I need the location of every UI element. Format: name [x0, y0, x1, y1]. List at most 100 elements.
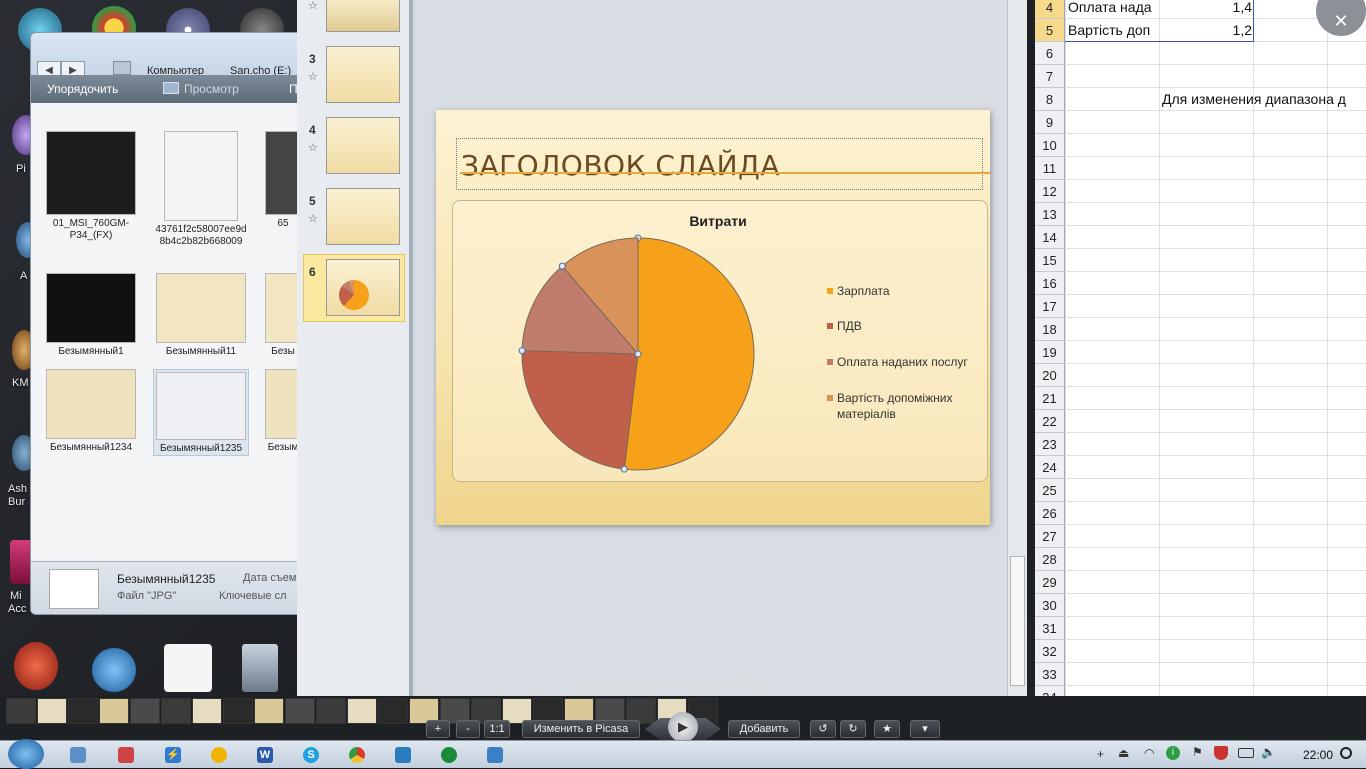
file-item[interactable]: Безымянный1234	[43, 369, 139, 454]
slide-title[interactable]: ЗАГОЛОВОК СЛАЙДА	[456, 138, 983, 190]
row-header[interactable]: 13	[1035, 203, 1065, 226]
filmstrip-thumbnail[interactable]	[378, 698, 408, 724]
row-header[interactable]: 8	[1035, 88, 1065, 111]
row-header[interactable]: 9	[1035, 111, 1065, 134]
row-header[interactable]: 14	[1035, 226, 1065, 249]
file-item[interactable]: Безым	[263, 369, 297, 454]
flag-icon[interactable]: ⚑	[1192, 745, 1203, 759]
file-item[interactable]: 65	[263, 131, 297, 230]
file-item[interactable]: Безы	[263, 273, 297, 358]
vertical-scrollbar[interactable]	[1007, 0, 1027, 696]
app-taskbar-icon[interactable]	[395, 747, 411, 763]
info-icon[interactable]: i	[1166, 746, 1180, 760]
power-icon[interactable]	[1340, 747, 1352, 759]
file-item[interactable]: Безымянный11	[153, 273, 249, 358]
start-button[interactable]	[8, 739, 44, 769]
file-item[interactable]: Безымянный1	[43, 273, 139, 358]
show-hidden-icons-icon[interactable]: +	[1097, 747, 1104, 761]
filmstrip-thumbnail[interactable]	[192, 698, 222, 724]
add-button[interactable]: Добавить	[728, 720, 800, 738]
slide-thumbnail-6[interactable]	[326, 259, 400, 316]
shield-icon[interactable]	[1214, 746, 1228, 760]
slide-thumbnail-2[interactable]	[326, 0, 400, 32]
volume-icon[interactable]: 🔈	[1261, 745, 1276, 759]
utorrent-taskbar-icon[interactable]	[441, 747, 457, 763]
word-taskbar-icon[interactable]: W	[257, 747, 273, 763]
row-header[interactable]: 16	[1035, 272, 1065, 295]
row-header[interactable]: 4	[1035, 0, 1065, 19]
row-header[interactable]: 25	[1035, 479, 1065, 502]
row-header[interactable]: 26	[1035, 502, 1065, 525]
organize-button[interactable]: Упорядочить	[47, 82, 118, 96]
pie-slice[interactable]	[623, 237, 755, 471]
globe-desktop-icon[interactable]	[92, 648, 136, 692]
row-header[interactable]: 19	[1035, 341, 1065, 364]
row-header[interactable]: 10	[1035, 134, 1065, 157]
slide-thumbnail-5[interactable]	[326, 188, 400, 245]
row-header[interactable]: 12	[1035, 180, 1065, 203]
battery-icon[interactable]	[1238, 748, 1254, 758]
scrollbar-thumb[interactable]	[1010, 556, 1025, 686]
edit-in-picasa-button[interactable]: Изменить в Picasa	[522, 720, 640, 738]
chrome-taskbar-icon[interactable]	[349, 747, 365, 763]
selection-handle[interactable]	[634, 350, 642, 358]
row-header[interactable]: 29	[1035, 571, 1065, 594]
rotate-right-icon[interactable]: ↻	[840, 720, 866, 738]
filmstrip-thumbnail[interactable]	[161, 698, 191, 724]
pie-chart[interactable]: Витрати Зарплата ПДВ Оплата наданих послуг В…	[453, 201, 989, 483]
row-header[interactable]: 28	[1035, 548, 1065, 571]
row-header[interactable]: 17	[1035, 295, 1065, 318]
row-header[interactable]: 23	[1035, 433, 1065, 456]
row-header[interactable]: 18	[1035, 318, 1065, 341]
cell-c[interactable]: Для изменения диапазона д	[1162, 88, 1346, 111]
filmstrip-thumbnail[interactable]	[99, 698, 129, 724]
image-viewer-taskbar-icon[interactable]	[487, 747, 503, 763]
row-header[interactable]: 24	[1035, 456, 1065, 479]
row-header[interactable]: 6	[1035, 42, 1065, 65]
clock[interactable]: 22:00	[1303, 748, 1333, 762]
pie-slice[interactable]	[521, 350, 639, 470]
row-header[interactable]: 20	[1035, 364, 1065, 387]
warning-taskbar-icon[interactable]	[211, 747, 227, 763]
chart-frame[interactable]: Витрати Зарплата ПДВ Оплата наданих послуг В…	[452, 200, 988, 482]
ccleaner-desktop-icon[interactable]	[14, 642, 58, 690]
zoom-out-button[interactable]: -	[456, 720, 480, 738]
row-header[interactable]: 5	[1035, 19, 1065, 42]
skype-taskbar-icon[interactable]: S	[303, 747, 319, 763]
filmstrip-thumbnail[interactable]	[37, 698, 67, 724]
view-button[interactable]: Просмотр	[184, 82, 239, 96]
picasa-taskbar-icon[interactable]	[118, 747, 134, 763]
row-header[interactable]: 31	[1035, 617, 1065, 640]
file-item-selected[interactable]: Безымянный1235	[153, 369, 249, 456]
filmstrip-thumbnail[interactable]	[285, 698, 315, 724]
row-header[interactable]: 11	[1035, 157, 1065, 180]
selection-handle[interactable]	[558, 262, 566, 270]
play-icon[interactable]: ▶	[668, 712, 698, 742]
row-header[interactable]: 22	[1035, 410, 1065, 433]
filmstrip-thumbnail[interactable]	[6, 698, 36, 724]
row-header[interactable]: 21	[1035, 387, 1065, 410]
file-item[interactable]: 01_MSI_760GM-P34_(FX)	[43, 131, 139, 242]
row-header[interactable]: 27	[1035, 525, 1065, 548]
row-header[interactable]: 30	[1035, 594, 1065, 617]
actual-size-button[interactable]: 1:1	[484, 720, 510, 738]
wifi-icon[interactable]: ◠	[1144, 746, 1154, 760]
star-icon[interactable]: ★	[874, 720, 900, 738]
row-header[interactable]: 32	[1035, 640, 1065, 663]
row-header[interactable]: 34	[1035, 686, 1065, 696]
filmstrip-thumbnail[interactable]	[130, 698, 160, 724]
menu-dropdown-icon[interactable]: ▾	[910, 720, 940, 738]
row-header[interactable]: 33	[1035, 663, 1065, 686]
row-header[interactable]: 15	[1035, 249, 1065, 272]
filmstrip-thumbnail[interactable]	[223, 698, 253, 724]
file-item[interactable]: 43761f2c58007ee9d8b4c2b82b668009	[153, 131, 249, 248]
filmstrip-thumbnail[interactable]	[254, 698, 284, 724]
rotate-left-icon[interactable]: ↺	[810, 720, 836, 738]
filmstrip-thumbnail[interactable]	[347, 698, 377, 724]
explorer-taskbar-icon[interactable]	[70, 747, 86, 763]
slide-thumbnail-4[interactable]	[326, 117, 400, 174]
selection-handle[interactable]	[620, 465, 628, 473]
document-desktop-icon[interactable]	[242, 644, 278, 692]
eject-icon[interactable]: ⏏	[1118, 746, 1129, 760]
slide-thumbnail-3[interactable]	[326, 46, 400, 103]
